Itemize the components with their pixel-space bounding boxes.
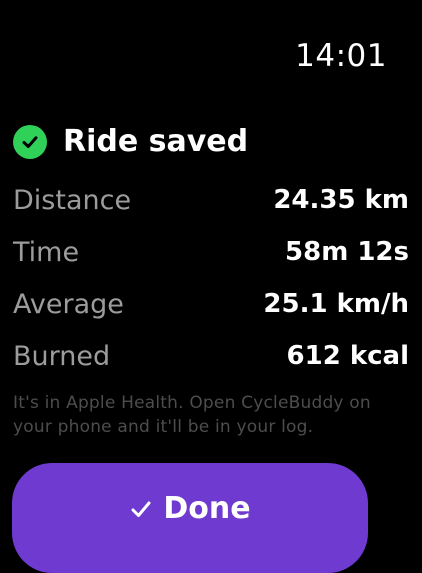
checkmark-circle-icon — [13, 124, 47, 159]
stat-value: 58m 12s — [285, 237, 409, 267]
stat-row-average: Average 25.1 km/h — [13, 278, 409, 330]
stat-label: Distance — [13, 184, 132, 216]
stat-row-burned: Burned 612 kcal — [13, 330, 409, 382]
stat-value: 612 kcal — [286, 341, 409, 371]
page-title: Ride saved — [63, 124, 249, 159]
checkmark-icon — [129, 497, 153, 521]
done-button[interactable]: Done — [12, 463, 368, 573]
stat-row-distance: Distance 24.35 km — [13, 174, 409, 226]
done-button-content: Done — [129, 491, 251, 526]
ride-stats-list: Distance 24.35 km Time 58m 12s Average 2… — [13, 174, 409, 382]
clock-time: 14:01 — [295, 38, 387, 74]
ride-saved-header: Ride saved — [13, 124, 248, 159]
health-sync-note: It's in Apple Health. Open CycleBuddy on… — [13, 393, 371, 437]
done-button-label: Done — [163, 491, 251, 526]
stat-value: 24.35 km — [273, 185, 409, 215]
stat-value: 25.1 km/h — [263, 289, 409, 319]
stat-label: Average — [13, 288, 124, 320]
stat-row-time: Time 58m 12s — [13, 226, 409, 278]
stat-label: Time — [13, 236, 80, 268]
stat-label: Burned — [13, 340, 111, 372]
